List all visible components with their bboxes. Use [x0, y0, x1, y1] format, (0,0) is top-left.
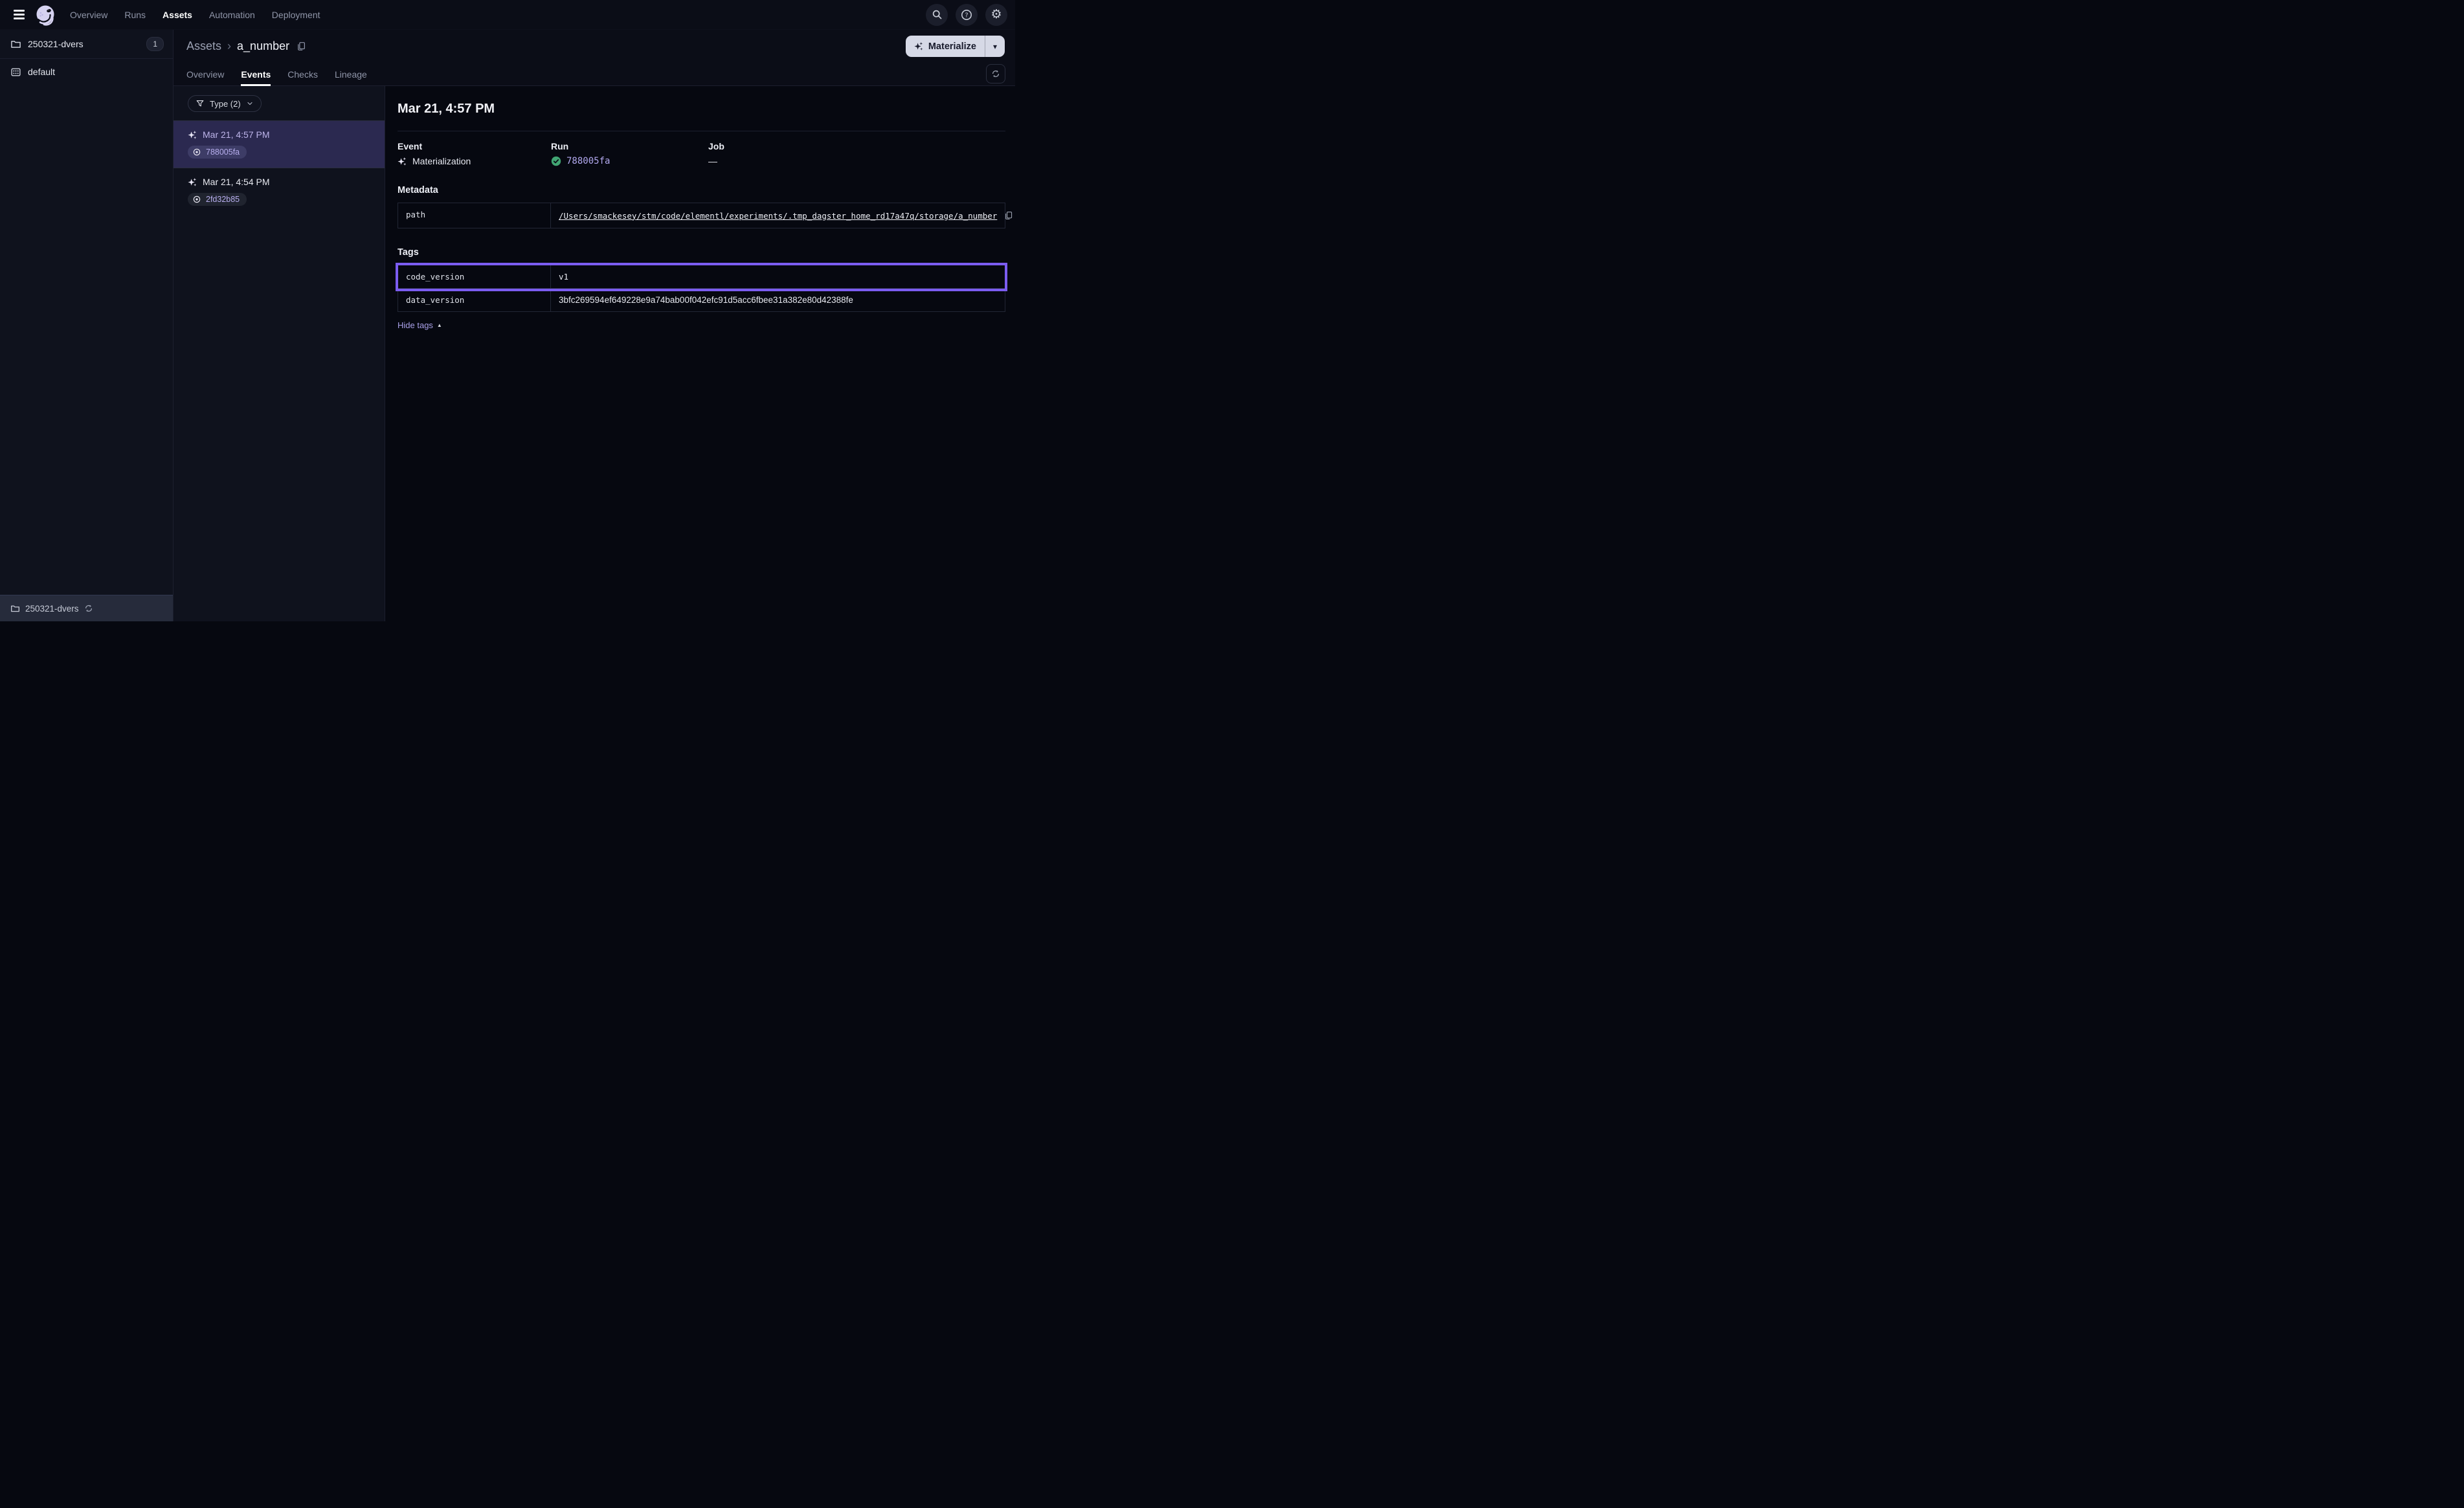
chevron-right-icon: › [227, 39, 231, 53]
tab-lineage[interactable]: Lineage [335, 63, 367, 85]
metadata-heading: Metadata [398, 185, 1005, 195]
breadcrumb-row: Assets › a_number Materialize [174, 30, 1015, 63]
metadata-table: path /Users/smackesey/stm/code/elementl/… [398, 203, 1005, 228]
sidebar-spacer [0, 85, 173, 595]
run-value: 788005fa [551, 156, 708, 166]
event-detail-title: Mar 21, 4:57 PM [398, 96, 1005, 116]
run-success-check-icon [551, 156, 561, 166]
asset-catalog-sidebar: 250321-dvers 1 default 250321-dvers [0, 30, 174, 621]
help-icon [961, 9, 972, 21]
settings-button[interactable]: ⚙ [985, 4, 1007, 26]
sidebar-group-250321-dvers[interactable]: 250321-dvers 1 [0, 30, 173, 59]
run-id-chip[interactable]: 2fd32b85 [188, 193, 247, 206]
help-button[interactable] [956, 4, 978, 26]
tag-value: 3bfc269594ef649228e9a74bab00f042efc91d5a… [551, 289, 1005, 311]
primary-nav: Overview Runs Assets Automation Deployme… [70, 10, 320, 20]
code-location-status-row[interactable]: 250321-dvers [0, 595, 173, 621]
chevron-down-icon [246, 100, 254, 107]
run-column-label: Run [551, 141, 708, 151]
tag-key: data_version [398, 289, 551, 311]
asset-group-icon [10, 67, 21, 78]
nav-item-assets[interactable]: Assets [162, 10, 192, 20]
nav-item-runs[interactable]: Runs [124, 10, 146, 20]
app-body: 250321-dvers 1 default 250321-dvers Asse… [0, 30, 1015, 621]
triangle-up-icon: ▲ [437, 322, 442, 328]
asset-header: Assets › a_number Materialize [174, 30, 1015, 86]
main-area: Assets › a_number Materialize [174, 30, 1015, 621]
tag-row-data-version: data_version 3bfc269594ef649228e9a74bab0… [398, 289, 1005, 311]
materialization-sparkle-icon [398, 157, 407, 166]
filter-row: Type (2) [174, 86, 385, 120]
path-link[interactable]: /Users/smackesey/stm/code/elementl/exper… [559, 211, 997, 221]
asset-tabs-row: Overview Events Checks Lineage [174, 63, 1015, 86]
dagster-logo[interactable] [32, 2, 58, 28]
copy-asset-name-button[interactable] [295, 40, 308, 52]
nav-item-deployment[interactable]: Deployment [272, 10, 320, 20]
sidebar-item-label: default [28, 67, 55, 77]
run-target-icon [192, 195, 201, 204]
type-filter-button[interactable]: Type (2) [188, 95, 262, 112]
breadcrumb: Assets › a_number [186, 39, 308, 53]
copy-icon [1004, 211, 1013, 220]
metadata-row-path: path /Users/smackesey/stm/code/elementl/… [398, 203, 1005, 228]
sidebar-group-label: 250321-dvers [28, 39, 84, 49]
metadata-value: /Users/smackesey/stm/code/elementl/exper… [551, 203, 1005, 228]
events-list-panel: Type (2) Mar 21, 4:57 PM 788005fa [174, 86, 385, 621]
sidebar-item-default[interactable]: default [0, 59, 173, 85]
asset-name: a_number [237, 39, 289, 53]
nav-item-automation[interactable]: Automation [209, 10, 255, 20]
events-content: Type (2) Mar 21, 4:57 PM 788005fa [174, 86, 1015, 621]
caret-down-icon: ▾ [993, 42, 997, 51]
event-column-label: Event [398, 141, 551, 151]
asset-count-badge: 1 [146, 37, 164, 51]
dagster-app: Overview Runs Assets Automation Deployme… [0, 0, 1015, 621]
materialize-dropdown-button[interactable]: ▾ [985, 36, 1005, 57]
nav-item-overview[interactable]: Overview [70, 10, 107, 20]
breadcrumb-assets-link[interactable]: Assets [186, 39, 221, 53]
tab-events[interactable]: Events [241, 63, 271, 85]
metadata-key: path [398, 203, 551, 228]
event-info-grid: Event Run Job Materialization 788005fa — [398, 141, 1005, 166]
tag-key: code_version [398, 265, 551, 288]
materialize-button[interactable]: Materialize [906, 36, 985, 57]
job-value: — [708, 156, 1005, 166]
tab-overview[interactable]: Overview [186, 63, 224, 85]
search-icon [932, 9, 943, 20]
sparkle-icon [914, 41, 924, 51]
tag-row-code-version: code_version v1 [398, 265, 1005, 289]
filter-funnel-icon [196, 99, 205, 108]
tags-heading: Tags [398, 247, 1005, 258]
folder-icon [10, 39, 21, 50]
tags-table: code_version v1 data_version 3bfc269594e… [398, 265, 1005, 312]
refresh-button[interactable] [986, 64, 1005, 83]
event-time: Mar 21, 4:54 PM [188, 177, 374, 187]
event-list-item-selected[interactable]: Mar 21, 4:57 PM 788005fa [174, 120, 385, 168]
event-list-item[interactable]: Mar 21, 4:54 PM 2fd32b85 [174, 168, 385, 215]
refresh-icon [991, 69, 1000, 78]
asset-tabs: Overview Events Checks Lineage [186, 63, 367, 85]
copy-icon [297, 41, 306, 51]
tab-checks[interactable]: Checks [287, 63, 318, 85]
gear-icon: ⚙ [991, 8, 1002, 21]
materialize-split-button: Materialize ▾ [906, 36, 1005, 57]
tag-value: v1 [551, 265, 1005, 288]
copy-path-button[interactable] [1003, 210, 1014, 221]
code-location-label: 250321-dvers [25, 604, 79, 614]
materialization-sparkle-icon [188, 177, 197, 187]
event-time: Mar 21, 4:57 PM [188, 129, 374, 140]
hide-tags-link[interactable]: Hide tags ▲ [398, 320, 442, 330]
materialization-sparkle-icon [188, 130, 197, 140]
event-detail-panel: Mar 21, 4:57 PM Event Run Job Materializ… [385, 86, 1015, 621]
job-column-label: Job [708, 141, 1005, 151]
folder-icon [10, 604, 20, 614]
run-id-chip[interactable]: 788005fa [188, 146, 247, 159]
search-button[interactable] [926, 4, 948, 26]
reload-icon[interactable] [84, 604, 93, 613]
top-nav-bar: Overview Runs Assets Automation Deployme… [0, 0, 1015, 30]
run-id-link[interactable]: 788005fa [566, 156, 610, 166]
event-type-value: Materialization [398, 156, 551, 166]
run-target-icon [192, 148, 201, 157]
menu-button[interactable] [8, 4, 30, 26]
